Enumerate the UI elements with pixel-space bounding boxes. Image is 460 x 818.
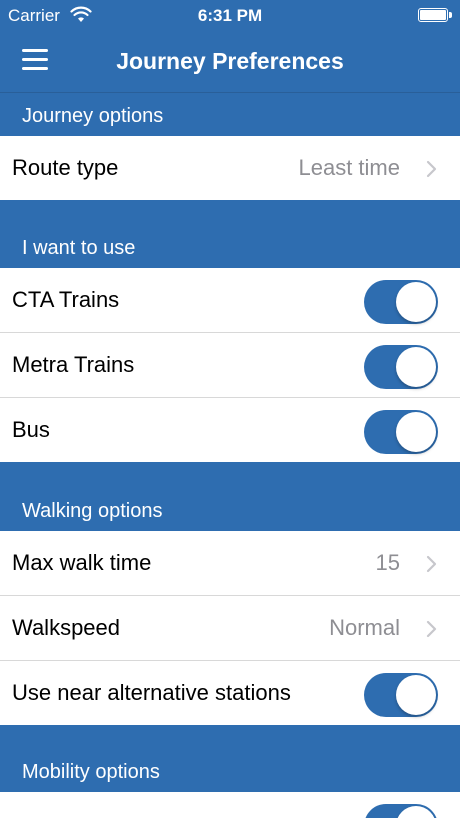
page-title: Journey Preferences: [116, 48, 344, 74]
chevron-right-icon: [426, 555, 437, 573]
battery-icon: [418, 8, 452, 24]
section-header-journey-options: Journey options: [0, 93, 460, 136]
walkspeed-row[interactable]: Walkspeed Normal: [0, 596, 460, 661]
metra-trains-row: Metra Trains: [0, 333, 460, 398]
clock: 6:31 PM: [197, 6, 263, 25]
chevron-right-icon: [426, 620, 437, 638]
metra-trains-label: Metra Trains: [12, 352, 135, 377]
section-header-i-want-to-use: I want to use: [0, 200, 460, 268]
route-type-value: Least time: [298, 155, 401, 180]
max-walk-time-value: 15: [375, 550, 400, 575]
near-alt-stations-label: Use near alternative stations: [12, 680, 291, 705]
bus-row: Bus: [0, 398, 460, 462]
section-header-walking-options: Walking options: [0, 462, 460, 531]
route-type-row[interactable]: Route type Least time: [0, 136, 460, 200]
metra-trains-toggle[interactable]: [364, 345, 438, 389]
status-bar: Carrier 6:31 PM: [0, 0, 460, 32]
bus-label: Bus: [12, 417, 50, 442]
mobility-toggle[interactable]: [364, 804, 438, 818]
near-alt-stations-toggle[interactable]: [364, 673, 438, 717]
cta-trains-label: CTA Trains: [12, 287, 120, 312]
navigation-bar: Journey Preferences: [0, 32, 460, 92]
section-header-label: Journey options: [22, 105, 164, 127]
section-header-label: Mobility options: [22, 761, 160, 783]
near-alt-stations-row: Use near alternative stations: [0, 661, 460, 725]
route-type-label: Route type: [12, 155, 119, 180]
walkspeed-label: Walkspeed: [12, 615, 121, 640]
section-header-label: Walking options: [22, 500, 163, 522]
walkspeed-value: Normal: [329, 615, 400, 640]
section-header-label: I want to use: [22, 237, 136, 259]
max-walk-time-label: Max walk time: [12, 550, 152, 575]
bus-toggle[interactable]: [364, 410, 438, 454]
cta-trains-row: CTA Trains: [0, 268, 460, 333]
max-walk-time-row[interactable]: Max walk time 15: [0, 531, 460, 596]
chevron-right-icon: [426, 160, 437, 178]
cta-trains-toggle[interactable]: [364, 280, 438, 324]
mobility-row-partial: [0, 792, 460, 818]
section-header-mobility-options: Mobility options: [0, 725, 460, 792]
